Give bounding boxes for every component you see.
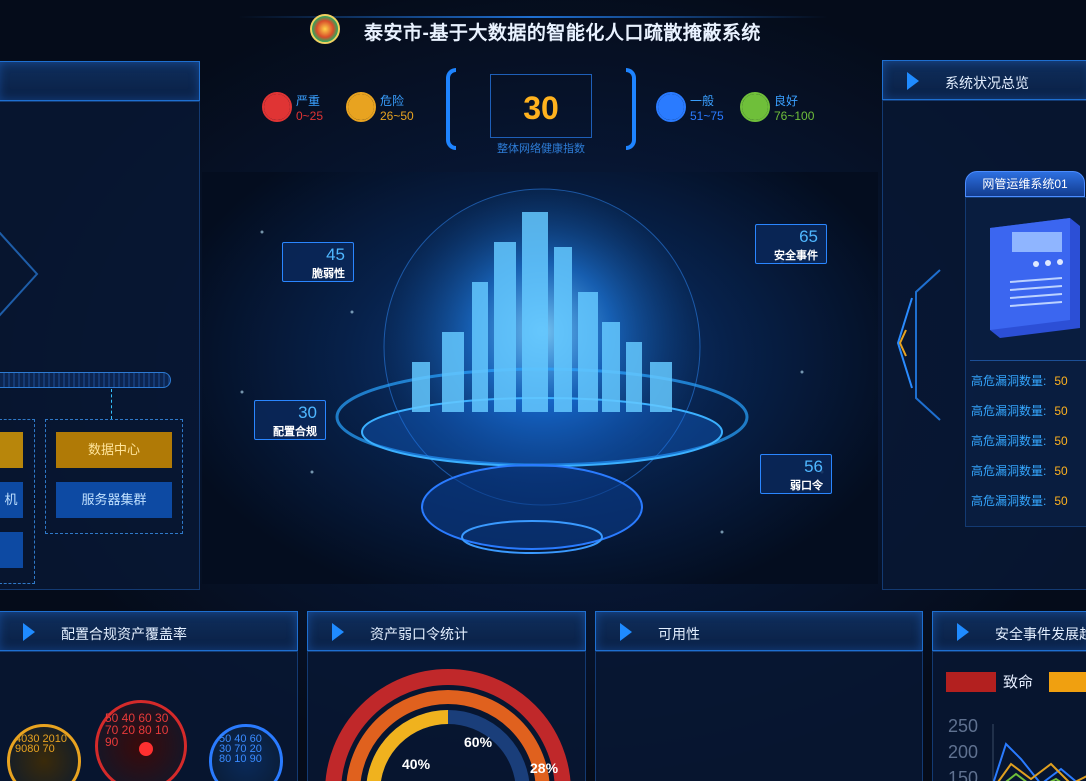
gauge-icon (656, 92, 686, 122)
legend-label: 良好 (774, 94, 799, 108)
bottom-panel-header-2: 资产弱口令统计 (307, 611, 586, 651)
triangle-icon (23, 623, 35, 641)
page-title: 泰安市-基于大数据的智能化人口疏散掩蔽系统 (364, 23, 761, 44)
server-cluster-button[interactable]: 服务器集群 (56, 482, 172, 518)
legend-swatch-orange (1049, 672, 1086, 692)
panel-title: 安全事件发展趋 (995, 626, 1086, 642)
vuln-value: 50 (1054, 434, 1068, 448)
dashboard: 泰安市-基于大数据的智能化人口疏散掩蔽系统 机 数据中心 服务器集群 严重 0~… (0, 0, 1086, 781)
tag-label: 安全事件 (774, 250, 818, 262)
node-button[interactable] (0, 432, 23, 468)
tag-label: 配置合规 (273, 426, 317, 438)
gauge-icon (262, 92, 292, 122)
triangle-icon (957, 623, 969, 641)
server-icon (990, 218, 1080, 338)
legend-swatch-red (946, 672, 996, 692)
vuln-row: 高危漏洞数量: 50 (971, 402, 1068, 419)
tag-config-compliance[interactable]: 30 配置合规 (254, 400, 326, 440)
panel-title: 配置合规资产覆盖率 (61, 626, 187, 642)
score-caption: 整体网络健康指数 (497, 143, 585, 155)
y-tick: 150 (948, 768, 979, 781)
bottom-panel-3 (595, 651, 923, 781)
gauge-ticks: 50 40 60 30 70 20 80 10 90 (219, 733, 262, 765)
bottom-panel-2: 60% 40% 28% (307, 651, 586, 781)
vuln-value: 50 (1054, 374, 1068, 388)
legend-range: 51~75 (690, 109, 724, 123)
tag-vulnerability[interactable]: 45 脆弱性 (282, 242, 354, 282)
gauge-icon (346, 92, 376, 122)
tag-value: 56 (804, 457, 823, 476)
emblem-icon (310, 14, 340, 44)
header: 泰安市-基于大数据的智能化人口疏散掩蔽系统 (238, 8, 828, 50)
vuln-label: 高危漏洞数量: (971, 374, 1047, 388)
bottom-panel-header-3: 可用性 (595, 611, 923, 651)
y-tick: 250 (948, 716, 979, 736)
panel-title: 系统状况总览 (945, 75, 1029, 91)
tag-value: 65 (799, 227, 818, 246)
chart-label: 28% (530, 760, 559, 776)
bottom-panel-header-4: 安全事件发展趋 (932, 611, 1086, 651)
vuln-label: 高危漏洞数量: (971, 434, 1047, 448)
health-score: 30 整体网络健康指数 (446, 68, 636, 155)
bottom-panel-4: 致命 250 200 150 (932, 651, 1086, 781)
gauge-ticks: 4030 2010 9080 70 (15, 733, 67, 755)
vuln-row: 高危漏洞数量: 50 (971, 432, 1068, 449)
gauge-icon (740, 92, 770, 122)
vuln-row: 高危漏洞数量: 50 (971, 462, 1068, 479)
legend-range: 26~50 (380, 109, 414, 123)
legend-label: 严重 (296, 94, 321, 108)
right-panel-header: 系统状况总览 (882, 60, 1086, 100)
triangle-icon (620, 623, 632, 641)
connector-line (111, 389, 112, 419)
left-panel-header (0, 61, 200, 101)
bottom-panel-1: 4030 2010 9080 70 50 40 60 30 70 20 80 1… (0, 651, 298, 781)
vuln-label: 高危漏洞数量: (971, 404, 1047, 418)
bottom-panel-header-1: 配置合规资产覆盖率 (0, 611, 298, 651)
legend-label: 致命 (1003, 674, 1034, 691)
legend-range: 76~100 (774, 109, 815, 123)
trend-lines (992, 724, 1086, 781)
vuln-label: 高危漏洞数量: (971, 464, 1047, 478)
tag-value: 45 (326, 245, 345, 264)
city-globe-visual: 45 脆弱性 65 安全事件 30 配置合规 56 弱口令 (202, 172, 878, 584)
vuln-value: 50 (1054, 464, 1068, 478)
tag-security-events[interactable]: 65 安全事件 (755, 224, 827, 264)
data-center-button[interactable]: 数据中心 (56, 432, 172, 468)
node-button[interactable] (0, 532, 23, 568)
tag-label: 脆弱性 (312, 268, 345, 280)
node-button-label[interactable]: 机 (0, 482, 23, 518)
tag-label: 弱口令 (790, 480, 823, 492)
tag-weak-password[interactable]: 56 弱口令 (760, 454, 832, 494)
divider (970, 360, 1086, 361)
score-value: 30 (523, 90, 559, 126)
chart-label: 60% (464, 734, 493, 750)
panel-title: 可用性 (658, 626, 700, 642)
vuln-row: 高危漏洞数量: 50 (971, 492, 1068, 509)
gauge-needle-hub (139, 742, 153, 756)
chevron-left-icon[interactable] (892, 268, 942, 423)
vuln-label: 高危漏洞数量: (971, 494, 1047, 508)
legend-range: 0~25 (296, 109, 324, 123)
progress-track (0, 372, 171, 388)
left-panel: 机 数据中心 服务器集群 (0, 101, 200, 590)
system-tab-button[interactable]: 网管运维系统01 (965, 171, 1085, 197)
panel-title: 资产弱口令统计 (370, 626, 468, 642)
y-tick: 200 (948, 742, 979, 762)
vuln-value: 50 (1054, 404, 1068, 418)
chevron-right-icon (0, 232, 39, 317)
triangle-icon (907, 72, 919, 90)
legend-label: 一般 (690, 94, 715, 108)
tag-value: 30 (298, 403, 317, 422)
legend-label: 危险 (380, 94, 405, 108)
chart-label: 40% (402, 756, 431, 772)
triangle-icon (332, 623, 344, 641)
vuln-value: 50 (1054, 494, 1068, 508)
vuln-row: 高危漏洞数量: 50 (971, 372, 1068, 389)
